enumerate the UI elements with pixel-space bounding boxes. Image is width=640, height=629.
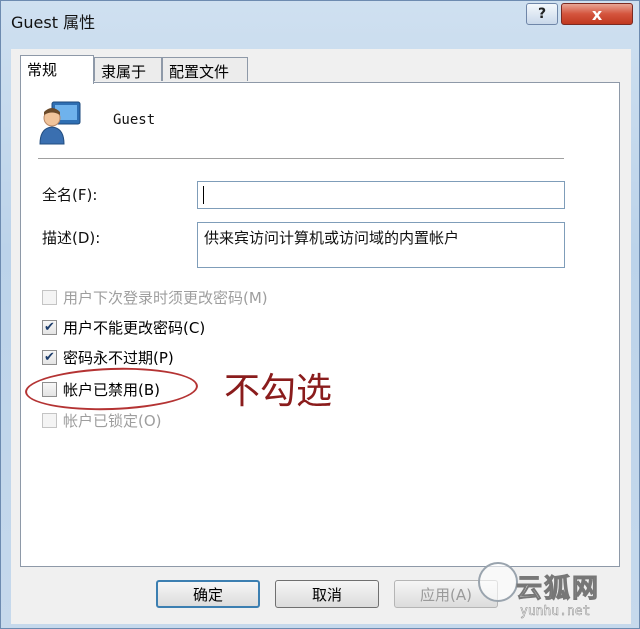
checkbox-label: 用户不能更改密码(C) [63,319,206,337]
checkbox-label: 帐户已锁定(O) [63,412,162,430]
checkbox-box[interactable] [42,413,57,428]
description-label: 描述(D): [42,229,101,247]
checkbox-box[interactable]: ✔ [42,320,57,335]
tab-profile[interactable]: 配置文件 [162,57,248,81]
title-bar: Guest 属性 ? x [1,1,639,37]
checkmark-icon: ✔ [44,350,55,365]
tab-member-of[interactable]: 隶属于 [94,57,162,81]
checkbox-label: 密码永不过期(P) [63,349,174,367]
cancel-button[interactable]: 取消 [275,580,379,608]
user-icon [39,101,81,145]
description-field[interactable]: 供来宾访问计算机或访问域的内置帐户 [197,222,565,268]
checkbox-label: 用户下次登录时须更改密码(M) [63,289,268,307]
ok-button[interactable]: 确定 [156,580,260,608]
window-title: Guest 属性 [11,13,96,32]
help-icon: ? [537,6,547,22]
help-button[interactable]: ? [526,3,558,25]
checkbox-password-never-expires[interactable]: ✔ 密码永不过期(P) [42,347,174,368]
checkbox-box[interactable]: ✔ [42,350,57,365]
tab-general[interactable]: 常规 [20,55,94,84]
checkbox-box[interactable] [42,290,57,305]
paw-logo-icon [478,562,518,602]
separator [38,158,564,159]
fullname-label: 全名(F): [42,186,98,204]
watermark: 云狐网 yunhu.net [478,560,640,629]
checkbox-cannot-change-password[interactable]: ✔ 用户不能更改密码(C) [42,317,205,338]
watermark-url: yunhu.net [520,604,591,620]
annotation-text: 不勾选 [224,371,333,412]
checkbox-must-change-password[interactable]: 用户下次登录时须更改密码(M) [42,287,268,308]
close-button[interactable]: x [561,3,633,25]
user-name: Guest [113,112,156,128]
watermark-text: 云狐网 [515,574,601,605]
checkmark-icon: ✔ [44,320,55,335]
text-caret [203,186,204,204]
fullname-field[interactable] [197,181,565,209]
checkbox-account-locked[interactable]: 帐户已锁定(O) [42,410,162,431]
close-icon: x [591,4,603,24]
